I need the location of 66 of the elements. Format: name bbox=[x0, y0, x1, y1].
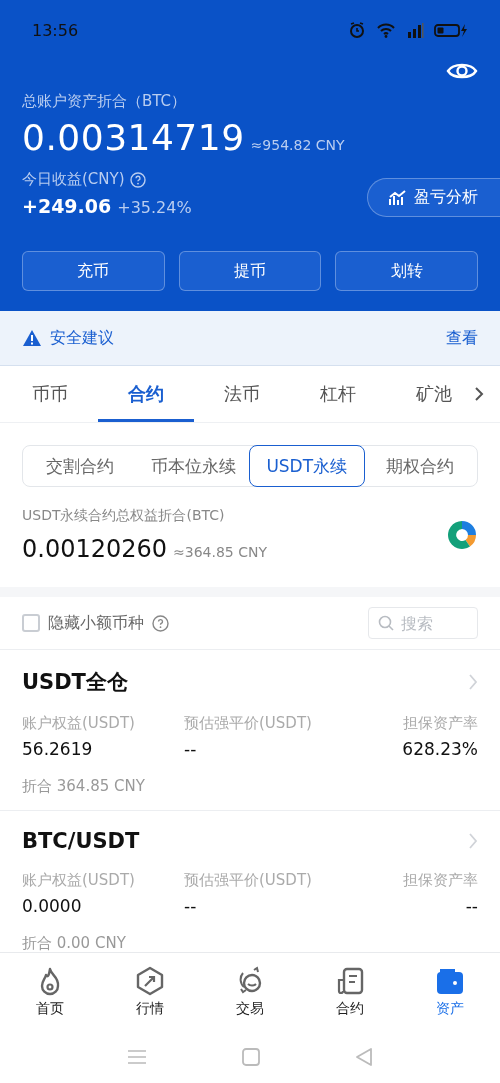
profit-analysis-button[interactable]: 盈亏分析 bbox=[367, 178, 500, 217]
contract-type-tab[interactable]: 交割合约 bbox=[22, 445, 138, 487]
alarm-icon bbox=[348, 21, 366, 39]
warning-icon bbox=[22, 329, 42, 347]
status-time: 13:56 bbox=[32, 20, 80, 40]
field-label: 账户权益(USDT) bbox=[22, 871, 136, 890]
converted-value: 折合 364.85 CNY bbox=[22, 777, 146, 796]
asset-tab[interactable]: 杠杆 bbox=[290, 366, 386, 422]
account-title: USDT全仓 bbox=[22, 669, 128, 696]
back-triangle-icon[interactable] bbox=[354, 1047, 373, 1067]
nav-tab[interactable]: 交易 bbox=[236, 1000, 264, 1018]
asset-tab[interactable]: 币币 bbox=[2, 366, 98, 422]
field-value: -- bbox=[184, 896, 198, 916]
battery-icon bbox=[434, 23, 468, 37]
total-assets-label: 总账户资产折合（BTC） bbox=[22, 92, 188, 111]
donut-chart-icon[interactable] bbox=[446, 519, 478, 551]
wallet-icon bbox=[435, 966, 465, 996]
home-square-icon[interactable] bbox=[242, 1048, 260, 1066]
action-button[interactable]: 充币 bbox=[22, 251, 165, 291]
field-value: -- bbox=[465, 896, 478, 916]
field-label: 担保资产率 bbox=[403, 714, 478, 733]
total-equity-value: 0.00120260 bbox=[22, 535, 168, 563]
today-profit-label: 今日收益(CNY) bbox=[22, 170, 125, 189]
contract-type-tab[interactable]: 期权合约 bbox=[362, 445, 478, 487]
today-profit-value: +249.06 bbox=[22, 195, 112, 217]
field-label: 账户权益(USDT) bbox=[22, 714, 136, 733]
today-profit-percent: +35.24% bbox=[117, 198, 192, 217]
asset-tab[interactable]: 矿池 bbox=[386, 366, 482, 422]
contract-type-tab[interactable]: USDT永续 bbox=[249, 445, 365, 487]
action-button[interactable]: 提币 bbox=[178, 251, 322, 291]
hexagon-arrow-icon bbox=[135, 966, 165, 996]
nav-tab[interactable]: 行情 bbox=[136, 1000, 164, 1018]
field-value: -- bbox=[184, 739, 198, 759]
menu-icon[interactable] bbox=[127, 1048, 148, 1066]
document-icon bbox=[335, 966, 365, 996]
chevron-right-icon[interactable] bbox=[474, 386, 484, 402]
signal-icon bbox=[406, 22, 424, 38]
security-advice-text: 安全建议 bbox=[50, 327, 115, 349]
action-button[interactable]: 划转 bbox=[335, 251, 478, 291]
chart-icon bbox=[388, 188, 408, 207]
nav-tab[interactable]: 首页 bbox=[36, 1000, 64, 1018]
field-value: 0.0000 bbox=[22, 896, 83, 916]
search-icon bbox=[378, 615, 394, 631]
asset-tab[interactable]: 法币 bbox=[194, 366, 290, 422]
search-field[interactable]: 搜索 bbox=[368, 607, 478, 639]
hide-small-balances-label: 隐藏小额币种 bbox=[48, 612, 144, 634]
total-btc-value: 0.00314719 bbox=[22, 117, 245, 158]
asset-tab[interactable]: 合约 bbox=[98, 366, 194, 422]
help-icon[interactable] bbox=[129, 171, 146, 188]
wifi-icon bbox=[376, 22, 396, 38]
contract-type-tab[interactable]: 币本位永续 bbox=[135, 445, 251, 487]
nav-tab[interactable]: 资产 bbox=[436, 1000, 464, 1018]
total-equity-label: USDT永续合约总权益折合(BTC) bbox=[22, 507, 226, 525]
converted-value: 折合 0.00 CNY bbox=[22, 934, 127, 952]
field-label: 预估强平价(USDT) bbox=[184, 871, 313, 890]
field-label: 预估强平价(USDT) bbox=[184, 714, 313, 733]
checkbox[interactable] bbox=[22, 614, 40, 632]
total-equity-cny: ≈364.85 CNY bbox=[173, 544, 268, 560]
view-link[interactable]: 查看 bbox=[446, 327, 478, 349]
account-title: BTC/USDT bbox=[22, 829, 140, 853]
field-value: 56.2619 bbox=[22, 739, 94, 759]
total-cny-value: ≈954.82 CNY bbox=[250, 137, 345, 153]
nav-tab[interactable]: 合约 bbox=[336, 1000, 364, 1018]
field-label: 担保资产率 bbox=[403, 871, 478, 890]
help-icon[interactable] bbox=[152, 614, 169, 632]
field-value: 628.23% bbox=[402, 739, 478, 759]
